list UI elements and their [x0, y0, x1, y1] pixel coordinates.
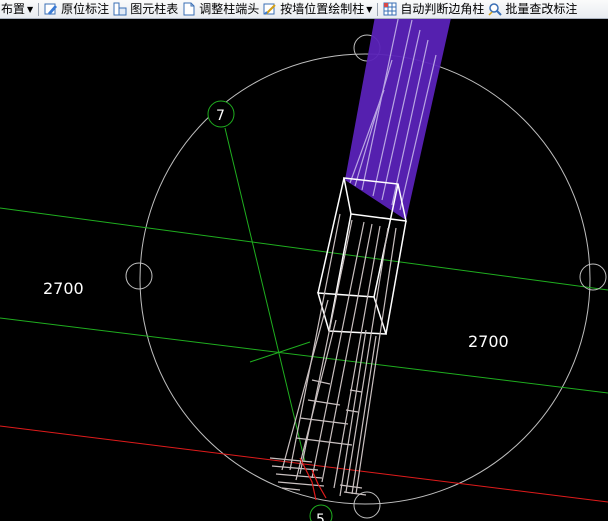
element-column-table-label: 图元柱表: [130, 2, 179, 16]
auto-corner-column-button[interactable]: 自动判断边角柱: [381, 0, 486, 18]
grid-line-green-upper: [0, 207, 608, 291]
layout-dropdown-button[interactable]: 布置 ▼: [0, 0, 35, 18]
adjust-column-end-button[interactable]: 调整柱端头: [180, 0, 261, 18]
wall-column-icon: [263, 3, 276, 15]
grid-line-red: [0, 425, 608, 503]
grid-column-icon: [383, 2, 397, 16]
grid-line-green-lower: [0, 317, 608, 394]
column-rebar-cage: [269, 213, 397, 497]
dropdown-arrow-icon[interactable]: ▼: [366, 5, 372, 14]
batch-edit-annotation-label: 批量查改标注: [505, 2, 578, 16]
batch-edit-annotation-button[interactable]: 批量查改标注: [486, 0, 579, 18]
layout-label: 布置: [1, 2, 26, 16]
column-end-icon: [183, 2, 195, 16]
auto-corner-column-label: 自动判断边角柱: [400, 2, 485, 16]
batch-search-icon: [488, 3, 503, 16]
dimension-left: 2700: [43, 279, 84, 298]
toolbar-separator: [377, 2, 379, 16]
grid-line-axis-7: [224, 127, 306, 463]
column-table-icon: [113, 2, 127, 16]
column-toolbar: 布置 ▼ 原位标注 图元柱表 调整柱端头 按墙位置绘制柱 ▼ 自动判断边角柱 批…: [0, 0, 608, 19]
dropdown-arrow-icon: ▼: [27, 4, 34, 14]
grip-circle-bottom[interactable]: [353, 491, 381, 519]
grip-circle-left[interactable]: [125, 262, 153, 290]
toolbar-separator: [38, 2, 40, 16]
axis-label-5: 5: [316, 512, 325, 521]
axis-label-7: 7: [216, 108, 225, 124]
annotate-pencil-icon: [44, 3, 58, 15]
cad-app-window: 布置 ▼ 原位标注 图元柱表 调整柱端头 按墙位置绘制柱 ▼ 自动判断边角柱 批…: [0, 0, 608, 521]
grip-circle-right[interactable]: [579, 263, 607, 291]
in-place-annotation-button[interactable]: 原位标注: [42, 0, 111, 18]
draw-column-by-wall-button[interactable]: 按墙位置绘制柱 ▼: [261, 0, 374, 18]
draw-column-by-wall-label: 按墙位置绘制柱: [280, 2, 365, 16]
drawing-canvas[interactable]: 7 5 2700 2700: [0, 19, 608, 521]
adjust-column-end-label: 调整柱端头: [199, 2, 260, 16]
element-column-table-button[interactable]: 图元柱表: [111, 0, 180, 18]
dimension-right: 2700: [468, 332, 509, 351]
in-place-annotation-label: 原位标注: [61, 2, 110, 16]
